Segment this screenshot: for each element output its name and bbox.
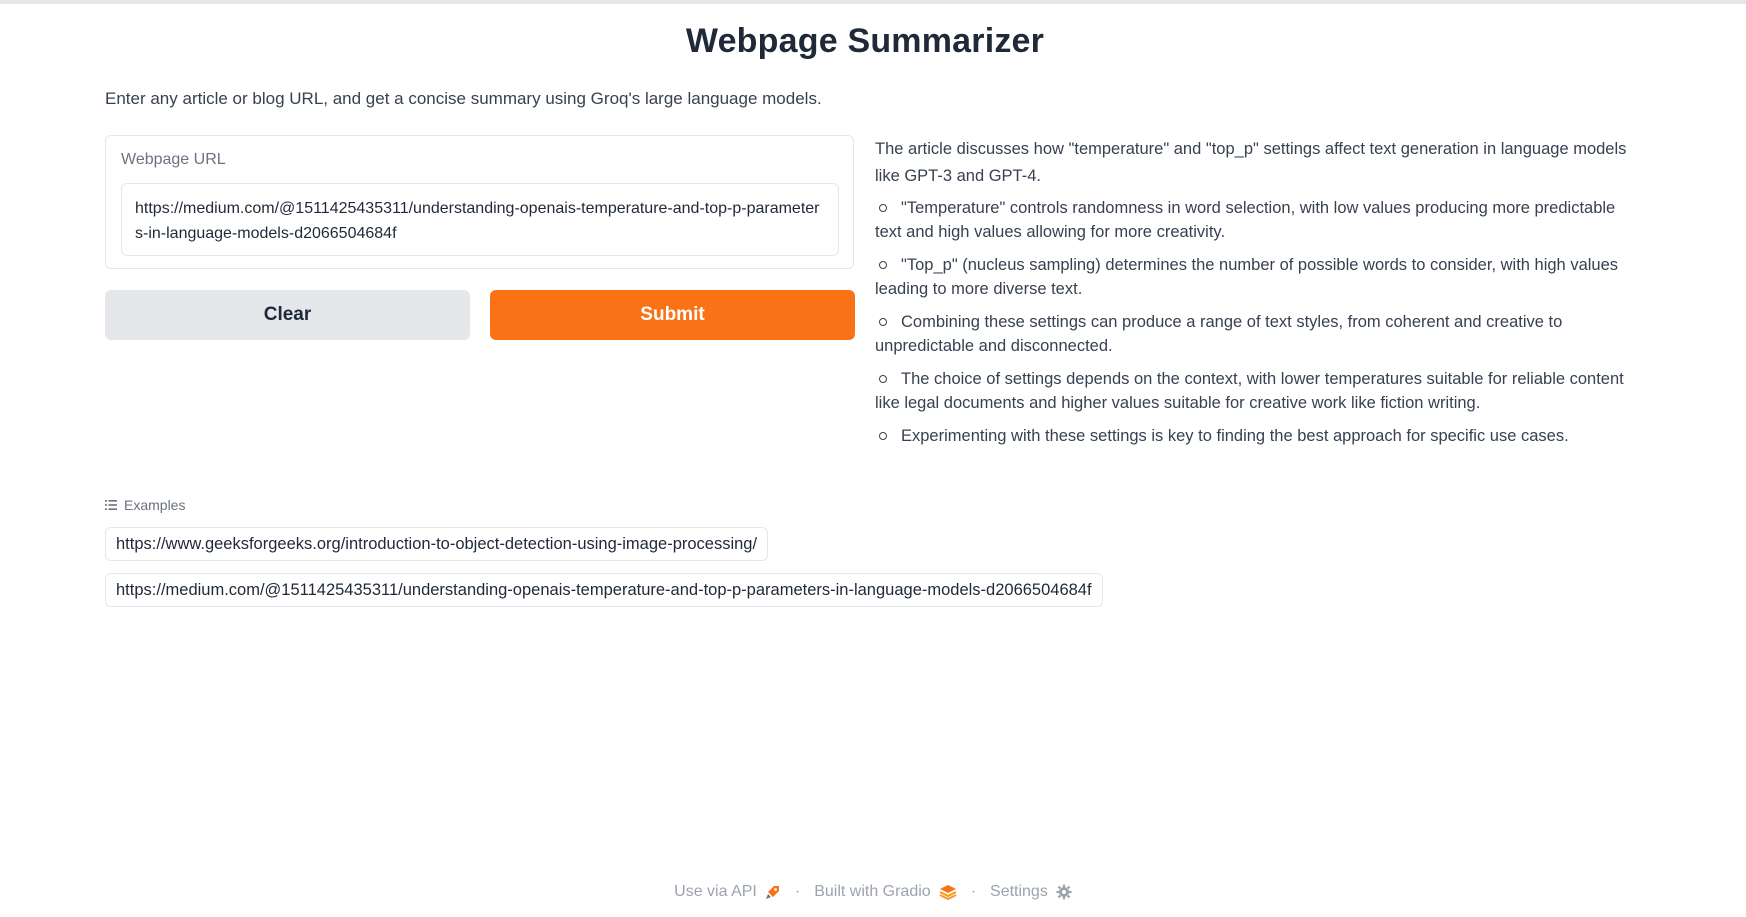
url-input-block: Webpage URL https://medium.com/@15114254… (105, 135, 854, 269)
gradio-logo-icon (939, 885, 957, 900)
list-icon (105, 500, 117, 510)
url-input[interactable]: https://medium.com/@1511425435311/unders… (121, 183, 839, 256)
example-item[interactable]: https://www.geeksforgeeks.org/introducti… (105, 527, 769, 561)
summary-output: The article discusses how "temperature" … (875, 136, 1635, 457)
page: Webpage Summarizer Enter any article or … (0, 0, 1746, 917)
submit-button[interactable]: Submit (490, 290, 855, 340)
summary-point: The choice of settings depends on the co… (875, 370, 1624, 412)
page-description: Enter any article or blog URL, and get a… (105, 89, 822, 108)
examples-label: Examples (124, 497, 186, 513)
bullet-icon (879, 203, 887, 212)
gear-icon (1056, 884, 1072, 900)
summary-point: "Temperature" controls randomness in wor… (875, 199, 1616, 241)
url-input-label: Webpage URL (121, 151, 226, 168)
summary-intro: The article discusses how "temperature" … (875, 140, 1627, 185)
summary-point: Combining these settings can produce a r… (875, 313, 1563, 355)
settings-link[interactable]: Settings (990, 883, 1072, 901)
bullet-icon (879, 317, 887, 326)
bullet-icon (879, 260, 887, 269)
use-via-api-link[interactable]: Use via API (674, 883, 781, 901)
summary-point: "Top_p" (nucleus sampling) determines th… (875, 256, 1619, 298)
built-with-gradio-link[interactable]: Built with Gradio (814, 883, 957, 901)
footer-separator: · (970, 883, 977, 900)
example-item[interactable]: https://medium.com/@1511425435311/unders… (105, 573, 1103, 607)
clear-button[interactable]: Clear (105, 290, 470, 340)
bullet-icon (879, 374, 887, 383)
rocket-icon (765, 886, 779, 899)
summary-list: "Temperature" controls randomness in wor… (875, 196, 1635, 448)
footer: Use via API · Built with Gradio · Settin… (0, 883, 1746, 901)
footer-separator: · (794, 883, 801, 900)
examples-header: Examples (105, 497, 185, 513)
summary-point: Experimenting with these settings is key… (875, 424, 1635, 448)
page-title: Webpage Summarizer (685, 22, 1045, 60)
top-border (0, 0, 1746, 4)
bullet-icon (879, 431, 887, 440)
